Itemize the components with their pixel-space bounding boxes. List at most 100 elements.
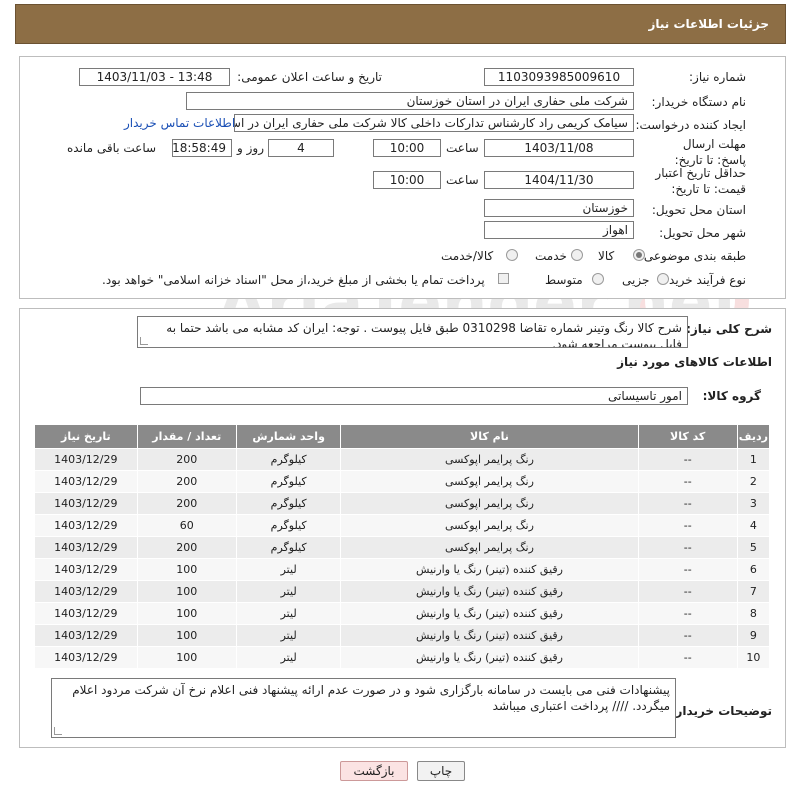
creator-field: سیامک کریمی راد کارشناس تدارکات داخلی کا…: [234, 114, 634, 132]
validity-time-field: 10:00: [373, 171, 441, 189]
table-row: 10 -- رقیق کننده (تینر) رنگ یا وارنیش لیتر 1…: [34, 646, 771, 669]
announce-label: تاریخ و ساعت اعلان عمومی:: [237, 70, 382, 84]
cell-unit: لیتر: [235, 602, 342, 625]
buyer-notes-label: توضیحات خریدار:: [670, 704, 772, 718]
goods-group-field: امور تاسیساتی: [140, 387, 688, 405]
cell-row-number: 10: [736, 646, 771, 669]
cell-item-code: --: [637, 624, 738, 647]
cell-row-number: 9: [736, 624, 771, 647]
treasury-checkbox[interactable]: [498, 273, 509, 284]
process-minor-radio[interactable]: [657, 273, 669, 285]
description-label: شرح کلی نیاز:: [686, 322, 772, 336]
cell-quantity: 100: [136, 558, 237, 581]
category-both-radio[interactable]: [506, 249, 518, 261]
cell-item-name: رقیق کننده (تینر) رنگ یا وارنیش: [340, 646, 639, 669]
cell-item-name: رقیق کننده (تینر) رنگ یا وارنیش: [340, 558, 639, 581]
cell-row-number: 3: [736, 492, 771, 515]
cell-unit: لیتر: [235, 646, 342, 669]
category-goods-label: کالا: [598, 249, 615, 263]
cell-item-name: رنگ پرایمر اپوکسی: [340, 536, 639, 559]
buyer-notes-text: پیشنهادات فنی می بایست در سامانه بارگزار…: [72, 683, 670, 713]
col-row-header: ردیف: [736, 424, 771, 449]
cell-item-code: --: [637, 470, 738, 493]
table-header-row: ردیف کد کالا نام کالا واحد شمارش تعداد /…: [34, 424, 771, 449]
page-header: جزئیات اطلاعات نیاز: [15, 4, 786, 44]
cell-item-code: --: [637, 558, 738, 581]
deadline-time-field: 10:00: [373, 139, 441, 157]
table-row: 8 -- رقیق کننده (تینر) رنگ یا وارنیش لیتر 10…: [34, 602, 771, 625]
resize-handle-icon[interactable]: [140, 337, 148, 345]
resize-handle-icon[interactable]: [54, 727, 62, 735]
description-textarea: شرح کالا رنگ وتینر شماره تقاضا 0310298 ط…: [137, 316, 688, 348]
cell-unit: لیتر: [235, 580, 342, 603]
cell-row-number: 2: [736, 470, 771, 493]
province-field: خوزستان: [484, 199, 634, 217]
cell-item-code: --: [637, 602, 738, 625]
category-service-radio[interactable]: [571, 249, 583, 261]
cell-need-date: 1403/12/29: [34, 558, 138, 581]
table-row: 2 -- رنگ پرایمر اپوکسی کیلوگرم 200 1403/12/29: [34, 470, 771, 493]
cell-need-date: 1403/12/29: [34, 624, 138, 647]
cell-item-name: رنگ پرایمر اپوکسی: [340, 448, 639, 471]
cell-quantity: 100: [136, 602, 237, 625]
contact-buyer-link[interactable]: اطلاعات تماس خریدار: [124, 116, 235, 130]
process-label: نوع فرآیند خرید :: [661, 273, 746, 287]
buyer-notes-textarea: پیشنهادات فنی می بایست در سامانه بارگزار…: [51, 678, 676, 738]
category-service-label: خدمت: [535, 249, 567, 263]
cell-row-number: 7: [736, 580, 771, 603]
goods-table: ردیف کد کالا نام کالا واحد شمارش تعداد /…: [34, 424, 771, 669]
description-text: شرح کالا رنگ وتینر شماره تقاضا 0310298 ط…: [166, 321, 682, 348]
validity-date-field: 1404/11/30: [484, 171, 634, 189]
col-qty-header: تعداد / مقدار: [136, 424, 237, 449]
cell-item-name: رقیق کننده (تینر) رنگ یا وارنیش: [340, 602, 639, 625]
cell-item-name: رقیق کننده (تینر) رنگ یا وارنیش: [340, 580, 639, 603]
validity-time-label: ساعت: [446, 173, 479, 187]
deadline-label: مهلت ارسال پاسخ: تا تاریخ:: [674, 137, 746, 167]
cell-item-code: --: [637, 580, 738, 603]
cell-quantity: 200: [136, 492, 237, 515]
announce-field: 1403/11/03 - 13:48: [79, 68, 230, 86]
days-label: روز و: [237, 141, 264, 155]
cell-item-name: رنگ پرایمر اپوکسی: [340, 492, 639, 515]
deadline-date-field: 1403/11/08: [484, 139, 634, 157]
remaining-label: ساعت باقی مانده: [67, 141, 157, 155]
cell-row-number: 6: [736, 558, 771, 581]
cell-quantity: 200: [136, 448, 237, 471]
cell-quantity: 60: [136, 514, 237, 537]
cell-need-date: 1403/12/29: [34, 536, 138, 559]
cell-need-date: 1403/12/29: [34, 514, 138, 537]
category-both-label: کالا/خدمت: [441, 249, 494, 263]
province-label: استان محل تحویل:: [651, 203, 746, 217]
validity-label: حداقل تاریخ اعتبار قیمت: تا تاریخ:: [655, 166, 746, 196]
table-row: 5 -- رنگ پرایمر اپوکسی کیلوگرم 200 1403/12/29: [34, 536, 771, 559]
days-field: 4: [268, 139, 334, 157]
goods-group-label: گروه کالا:: [702, 389, 761, 403]
category-goods-radio[interactable]: [633, 249, 645, 261]
cell-unit: کیلوگرم: [235, 514, 342, 537]
cell-need-date: 1403/12/29: [34, 448, 138, 471]
process-minor-label: جزیی: [622, 273, 650, 287]
col-date-header: تاریخ نیاز: [34, 424, 138, 449]
print-button[interactable]: چاپ: [417, 761, 465, 781]
back-button[interactable]: بازگشت: [340, 761, 408, 781]
cell-item-name: رنگ پرایمر اپوکسی: [340, 470, 639, 493]
cell-unit: کیلوگرم: [235, 536, 342, 559]
cell-quantity: 200: [136, 470, 237, 493]
buyer-label: نام دستگاه خریدار:: [651, 95, 747, 109]
cell-row-number: 8: [736, 602, 771, 625]
need-number-field: 1103093985009610: [484, 68, 634, 86]
buyer-field: شرکت ملی حفاری ایران در استان خوزستان: [186, 92, 634, 110]
table-row: 3 -- رنگ پرایمر اپوکسی کیلوگرم 200 1403/12/29: [34, 492, 771, 515]
cell-item-name: رقیق کننده (تینر) رنگ یا وارنیش: [340, 624, 639, 647]
cell-item-name: رنگ پرایمر اپوکسی: [340, 514, 639, 537]
payment-note: پرداخت تمام یا بخشی از مبلغ خرید،از محل …: [102, 273, 485, 287]
cell-need-date: 1403/12/29: [34, 646, 138, 669]
cell-unit: لیتر: [235, 558, 342, 581]
creator-label: ایجاد کننده درخواست:: [635, 118, 746, 132]
remaining-time-field: 18:58:49: [172, 139, 232, 157]
cell-item-code: --: [637, 448, 738, 471]
col-code-header: کد کالا: [637, 424, 738, 449]
cell-quantity: 100: [136, 624, 237, 647]
cell-item-code: --: [637, 536, 738, 559]
process-medium-radio[interactable]: [592, 273, 604, 285]
